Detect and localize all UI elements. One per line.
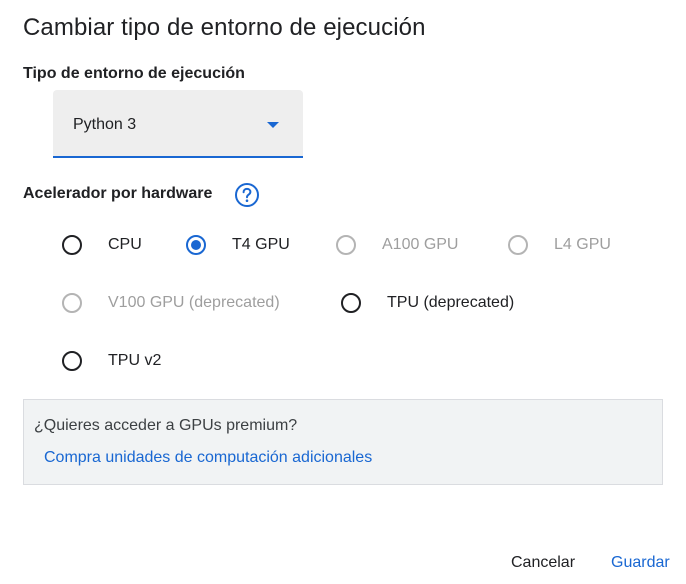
radio-label-a100-gpu: A100 GPU xyxy=(382,236,459,253)
radio-disabled-icon xyxy=(62,293,82,313)
radio-checked-icon xyxy=(186,235,206,255)
radio-label-tpu-v2: TPU v2 xyxy=(108,352,162,369)
help-circle-icon[interactable] xyxy=(234,182,260,208)
save-button[interactable]: Guardar xyxy=(611,554,670,572)
radio-label-t4-gpu: T4 GPU xyxy=(232,236,290,253)
runtime-type-label: Tipo de entorno de ejecución xyxy=(23,65,245,82)
radio-unchecked-icon xyxy=(62,351,82,371)
radio-tpu-v2[interactable]: TPU v2 xyxy=(62,349,182,379)
radio-t4-gpu[interactable]: T4 GPU xyxy=(186,233,306,263)
runtime-type-value: Python 3 xyxy=(73,116,137,133)
radio-disabled-icon xyxy=(508,235,528,255)
buy-compute-units-link[interactable]: Compra unidades de computación adicional… xyxy=(44,449,372,467)
change-runtime-dialog: Cambiar tipo de entorno de ejecución Tip… xyxy=(0,0,686,584)
radio-label-v100-gpu: V100 GPU (deprecated) xyxy=(108,294,280,311)
runtime-type-select[interactable]: Python 3 xyxy=(53,90,303,158)
radio-label-tpu-deprecated: TPU (deprecated) xyxy=(387,294,515,311)
premium-gpu-promo: ¿Quieres acceder a GPUs premium? Compra … xyxy=(23,399,663,485)
radio-label-cpu: CPU xyxy=(108,236,142,253)
hardware-accelerator-label: Acelerador por hardware xyxy=(23,185,213,202)
radio-disabled-icon xyxy=(336,235,356,255)
radio-l4-gpu: L4 GPU xyxy=(508,233,628,263)
radio-unchecked-icon xyxy=(341,293,361,313)
promo-question: ¿Quieres acceder a GPUs premium? xyxy=(34,417,298,434)
cancel-button[interactable]: Cancelar xyxy=(511,554,575,572)
radio-a100-gpu: A100 GPU xyxy=(336,233,476,263)
dialog-title: Cambiar tipo de entorno de ejecución xyxy=(23,14,426,41)
radio-tpu-deprecated[interactable]: TPU (deprecated) xyxy=(341,291,541,321)
radio-label-l4-gpu: L4 GPU xyxy=(554,236,611,253)
dropdown-arrow-icon xyxy=(267,122,279,128)
radio-v100-gpu: V100 GPU (deprecated) xyxy=(62,291,312,321)
radio-unchecked-icon xyxy=(62,235,82,255)
radio-cpu[interactable]: CPU xyxy=(62,233,162,263)
